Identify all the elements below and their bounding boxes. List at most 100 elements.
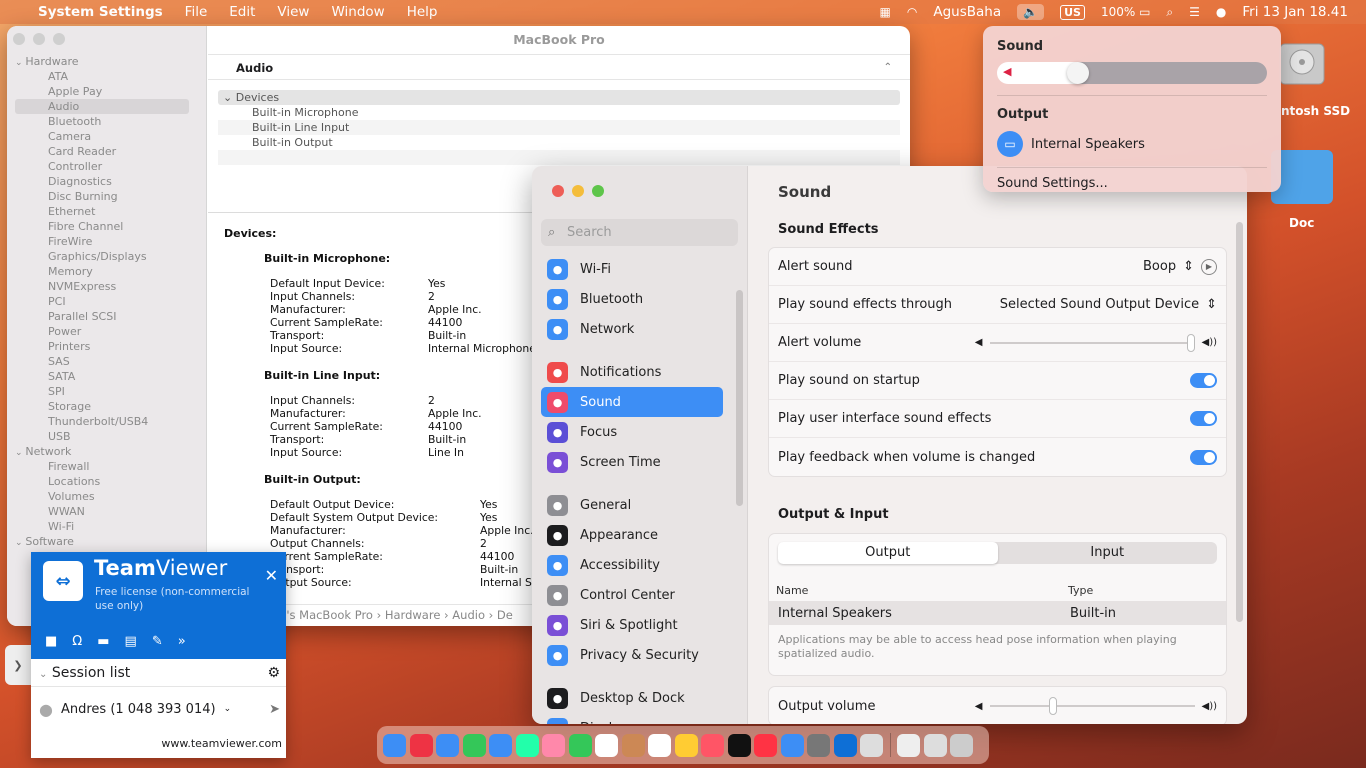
alert-volume-slider[interactable] bbox=[989, 333, 1195, 352]
app-menu[interactable]: System Settings bbox=[38, 4, 163, 20]
sidebar-item-screen-time[interactable]: ● Screen Time bbox=[541, 447, 723, 477]
dock-app-icon[interactable] bbox=[568, 733, 592, 757]
tab-output[interactable]: Output bbox=[778, 542, 998, 564]
dock-app-icon[interactable] bbox=[674, 733, 698, 757]
activity-icon[interactable]: ▦ bbox=[880, 5, 891, 19]
sidebar-item-general[interactable]: ● General bbox=[541, 490, 723, 520]
tree-item[interactable]: Bluetooth bbox=[7, 114, 202, 129]
sidebar-item-bluetooth[interactable]: ● Bluetooth bbox=[541, 284, 723, 314]
dock-app-icon[interactable] bbox=[807, 733, 830, 757]
tree-item[interactable]: Storage bbox=[7, 399, 202, 414]
column-name[interactable]: Name bbox=[776, 584, 1068, 597]
dock-app-icon[interactable] bbox=[923, 733, 947, 757]
brush-icon[interactable]: ✎ bbox=[152, 634, 163, 649]
tree-item[interactable]: Printers bbox=[7, 339, 202, 354]
tree-item[interactable]: Thunderbolt/USB4 bbox=[7, 414, 202, 429]
sidebar-item-wi-fi[interactable]: ● Wi-Fi bbox=[541, 254, 723, 284]
menu-window[interactable]: Window bbox=[331, 4, 384, 20]
content-scrollbar[interactable] bbox=[1236, 222, 1243, 622]
battery-status[interactable]: 100% ▭ bbox=[1101, 5, 1150, 19]
close-button[interactable] bbox=[552, 185, 564, 197]
tree-item[interactable]: SAS bbox=[7, 354, 202, 369]
dock-app-icon[interactable] bbox=[833, 733, 857, 757]
keyboard-input-menu[interactable]: US bbox=[1060, 4, 1085, 20]
dock-app-icon[interactable] bbox=[515, 733, 539, 757]
zoom-button[interactable] bbox=[592, 185, 604, 197]
tree-item[interactable]: PCI bbox=[7, 294, 202, 309]
dock-app-icon[interactable] bbox=[780, 733, 804, 757]
dock-app-icon[interactable] bbox=[648, 733, 671, 757]
dock-app-icon[interactable] bbox=[727, 733, 751, 757]
menu-file[interactable]: File bbox=[185, 4, 208, 20]
cursor-icon[interactable]: ➤ bbox=[269, 702, 280, 717]
hard-drive-icon[interactable] bbox=[1272, 34, 1332, 94]
startup-toggle[interactable] bbox=[1190, 373, 1217, 388]
teamviewer-footer-link[interactable]: www.teamviewer.com bbox=[161, 737, 282, 750]
tree-item[interactable]: Diagnostics bbox=[7, 174, 202, 189]
menu-edit[interactable]: Edit bbox=[229, 4, 255, 20]
close-icon[interactable]: ✕ bbox=[265, 566, 278, 585]
feedback-toggle[interactable] bbox=[1190, 449, 1217, 465]
sidebar-item-siri-spotlight[interactable]: ● Siri & Spotlight bbox=[541, 610, 723, 640]
dock-app-icon[interactable] bbox=[595, 733, 618, 757]
play-icon[interactable]: ▶ bbox=[1201, 258, 1217, 275]
output-volume-slider[interactable] bbox=[989, 697, 1195, 715]
menu-view[interactable]: View bbox=[277, 4, 309, 20]
dock-app-icon[interactable] bbox=[436, 733, 459, 757]
tree-item[interactable]: Firewall bbox=[7, 459, 202, 474]
tree-group[interactable]: Software bbox=[7, 534, 202, 549]
tree-item[interactable]: Audio bbox=[15, 99, 189, 114]
tree-item[interactable]: Disc Burning bbox=[7, 189, 202, 204]
zoom-button[interactable] bbox=[53, 33, 65, 45]
tree-item[interactable]: Parallel SCSI bbox=[7, 309, 202, 324]
dock-app-icon[interactable] bbox=[860, 733, 883, 757]
device-row[interactable]: Built-in Microphone bbox=[218, 105, 900, 120]
devices-group[interactable]: ⌄ Devices bbox=[218, 90, 900, 105]
sidebar-item-desktop-dock[interactable]: ● Desktop & Dock bbox=[541, 683, 723, 713]
sound-menu-icon[interactable]: 🔈 bbox=[1017, 4, 1045, 20]
tree-item[interactable]: Wi-Fi bbox=[7, 519, 202, 534]
sound-settings-link[interactable]: Sound Settings... bbox=[997, 176, 1267, 191]
device-row[interactable]: Built-in Line Input bbox=[218, 120, 900, 135]
tree-group[interactable]: Network bbox=[7, 444, 202, 459]
sidebar-item-displays[interactable]: ● Displays bbox=[541, 713, 723, 724]
tree-item[interactable]: SPI bbox=[7, 384, 202, 399]
chat-icon[interactable]: ▬ bbox=[97, 634, 109, 649]
teamviewer-expand-tab[interactable]: ❯ bbox=[5, 645, 31, 685]
dock-app-icon[interactable] bbox=[489, 733, 512, 757]
sidebar-item-notifications[interactable]: ● Notifications bbox=[541, 357, 723, 387]
tree-item[interactable]: FireWire bbox=[7, 234, 202, 249]
tree-item[interactable]: Power bbox=[7, 324, 202, 339]
tree-item[interactable]: Volumes bbox=[7, 489, 202, 504]
minimize-button[interactable] bbox=[33, 33, 45, 45]
session-user[interactable]: ● Andres (1 048 393 014) ⌄ ➤ bbox=[31, 687, 286, 731]
tree-item[interactable]: USB bbox=[7, 429, 202, 444]
tree-item[interactable]: Ethernet bbox=[7, 204, 202, 219]
tree-group[interactable]: Hardware bbox=[7, 54, 202, 69]
column-type[interactable]: Type bbox=[1068, 584, 1093, 597]
close-button[interactable] bbox=[13, 33, 25, 45]
play-through-select[interactable]: Selected Sound Output Device bbox=[1000, 297, 1199, 312]
tree-item[interactable]: Locations bbox=[7, 474, 202, 489]
dock-app-icon[interactable] bbox=[383, 733, 406, 757]
menu-help[interactable]: Help bbox=[407, 4, 438, 20]
tree-item[interactable]: Memory bbox=[7, 264, 202, 279]
tree-item[interactable]: NVMExpress bbox=[7, 279, 202, 294]
user-menu[interactable]: AgusBaha bbox=[933, 4, 1001, 20]
tree-item[interactable]: Apple Pay bbox=[7, 84, 202, 99]
siri-icon[interactable]: ● bbox=[1216, 5, 1226, 19]
dock-app-icon[interactable] bbox=[701, 733, 724, 757]
sidebar-item-privacy-security[interactable]: ● Privacy & Security bbox=[541, 640, 723, 670]
dock-app-icon[interactable] bbox=[542, 733, 565, 757]
ui-effects-toggle[interactable] bbox=[1190, 411, 1217, 426]
table-row[interactable]: Internal Speakers Built-in bbox=[769, 601, 1226, 625]
sidebar-item-network[interactable]: ● Network bbox=[541, 314, 723, 344]
more-icon[interactable]: » bbox=[178, 634, 186, 649]
video-icon[interactable]: ■ bbox=[45, 634, 57, 649]
alert-sound-select[interactable]: Boop bbox=[1143, 259, 1176, 274]
tree-item[interactable]: Fibre Channel bbox=[7, 219, 202, 234]
tree-item[interactable]: Controller bbox=[7, 159, 202, 174]
dock-app-icon[interactable] bbox=[462, 733, 486, 757]
tree-item[interactable]: Card Reader bbox=[7, 144, 202, 159]
dock-app-icon[interactable] bbox=[621, 733, 645, 757]
